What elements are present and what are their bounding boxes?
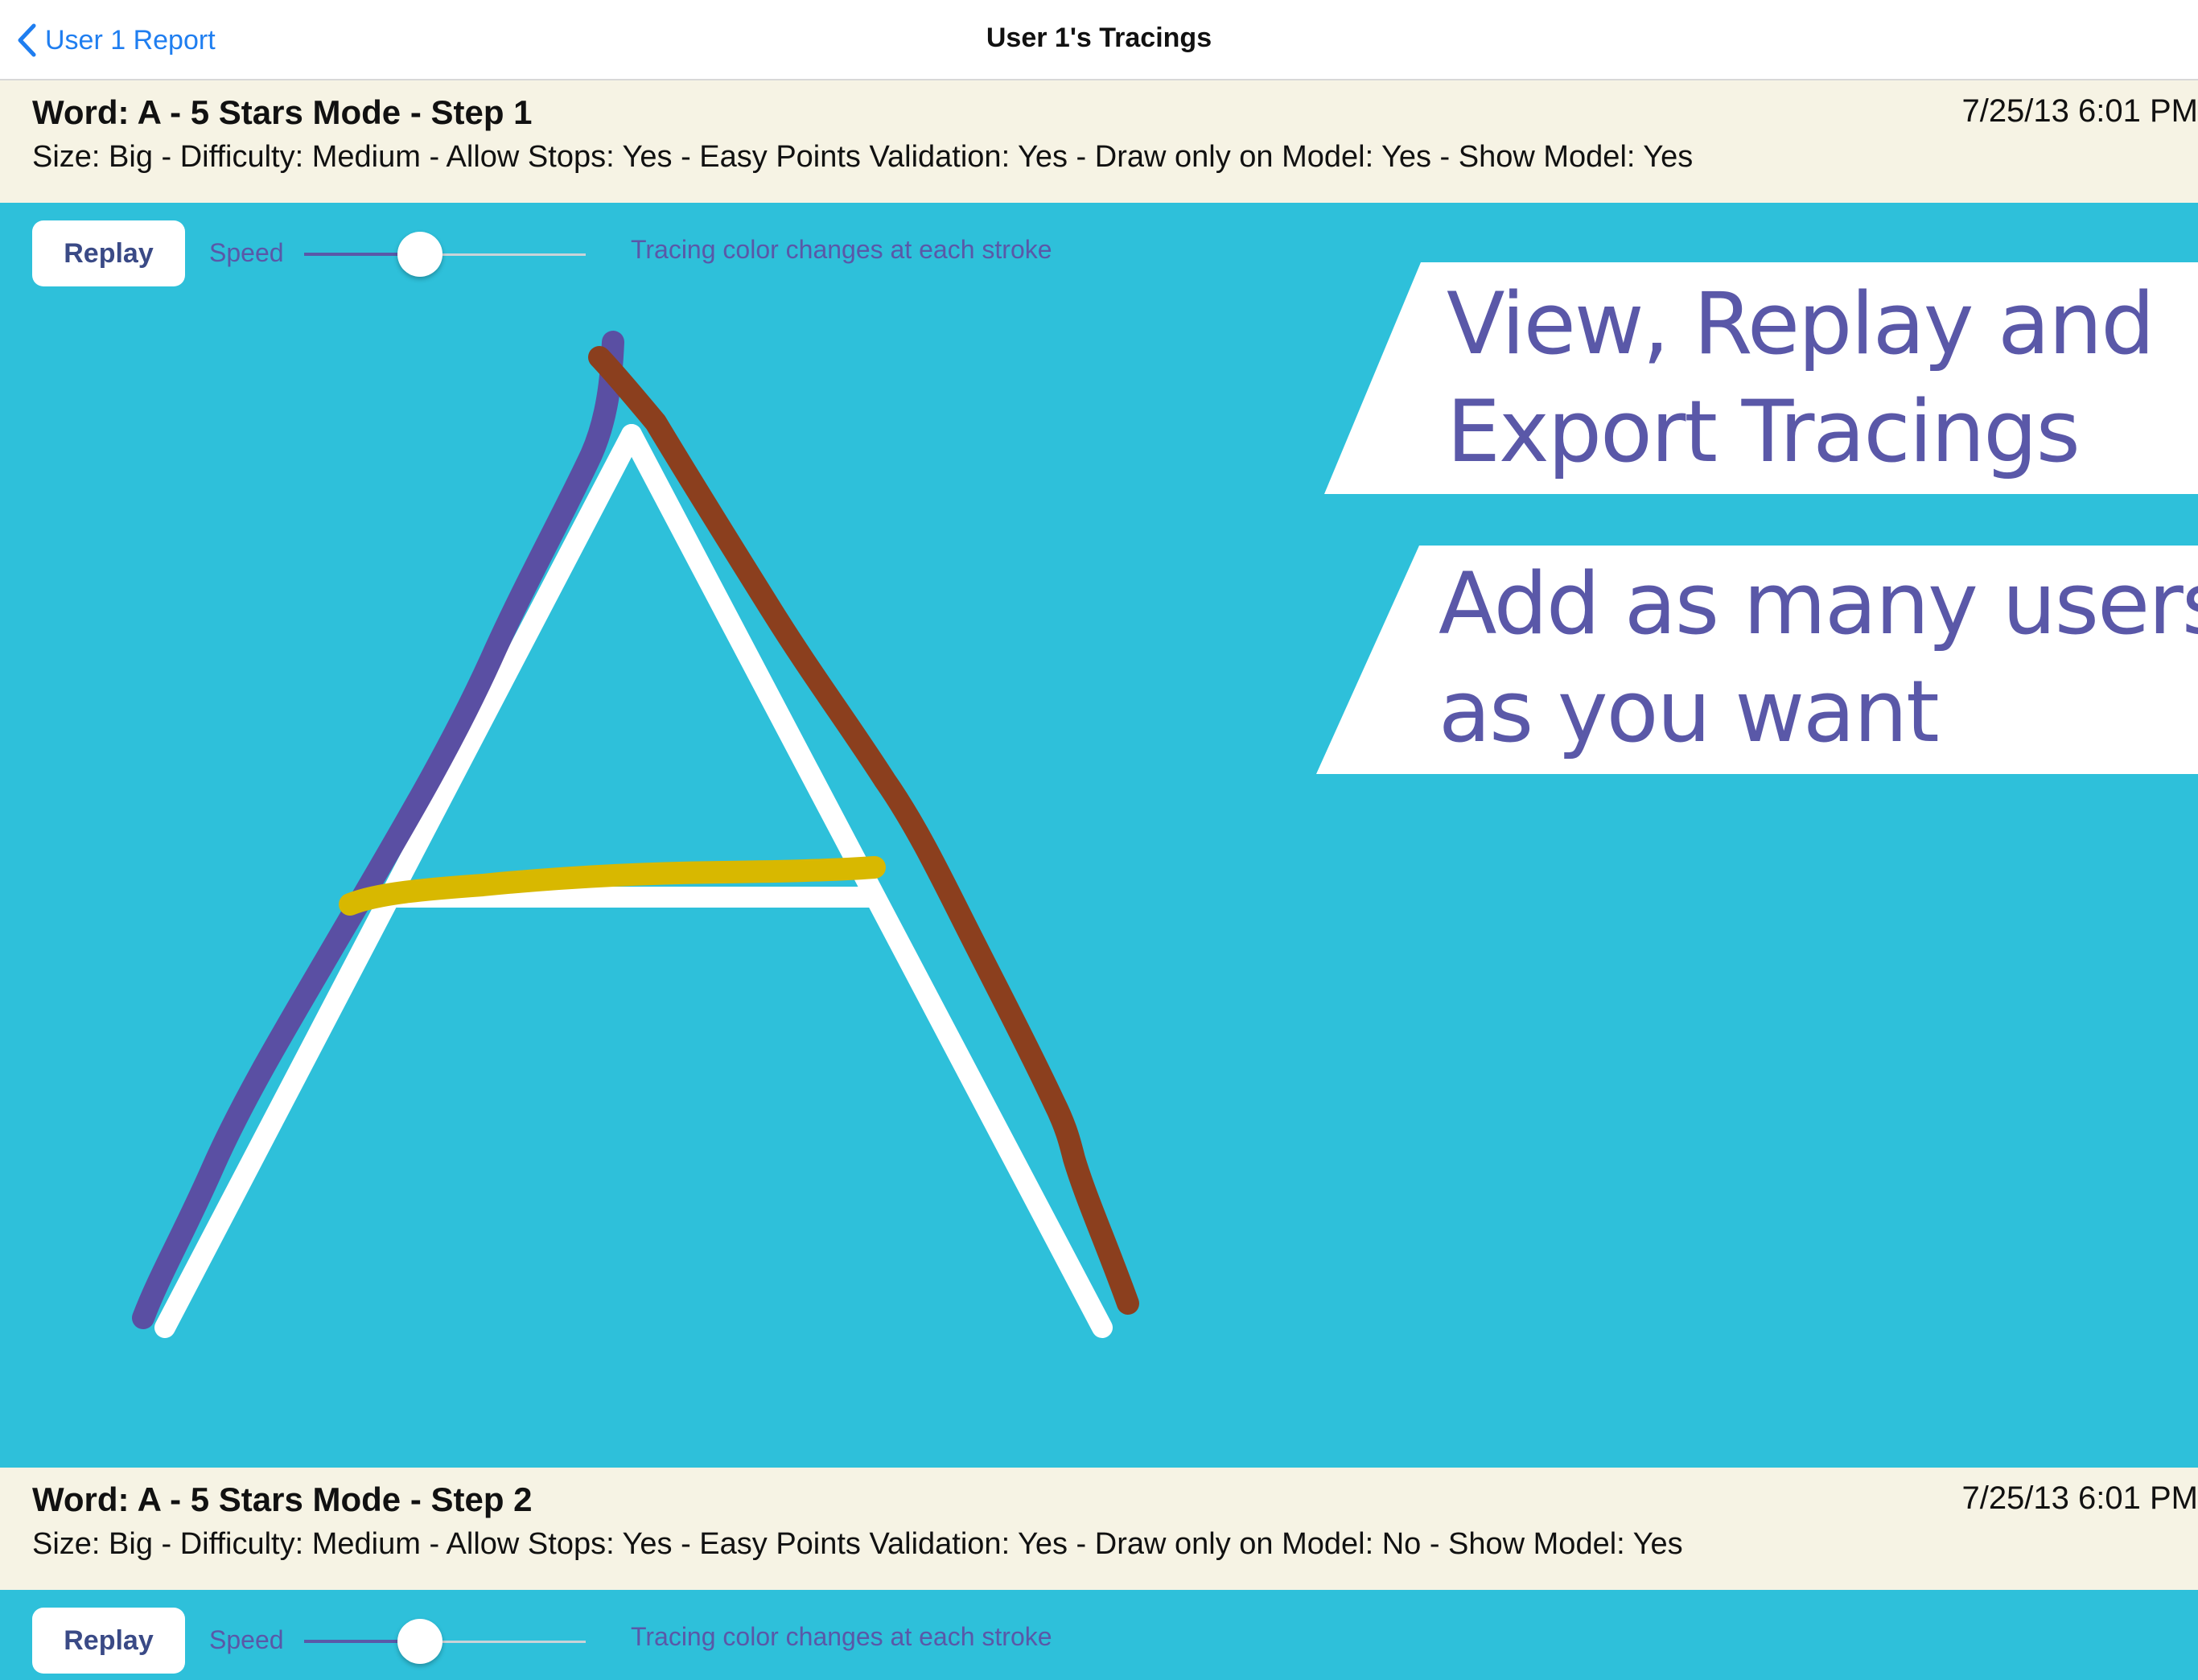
promo-banner-1-line-1: View, Replay and — [1447, 274, 2155, 373]
entry-title: Word: A - 5 Stars Mode - Step 2 — [32, 1480, 533, 1518]
navigation-bar: User 1 Report User 1's Tracings — [0, 0, 2198, 80]
tracing-entry-header: Word: A - 5 Stars Mode - Step 1 7/25/13 … — [0, 80, 2198, 203]
promo-banner-view-replay: View, Replay and Export Tracings — [1324, 262, 2198, 494]
entry-settings: Size: Big - Difficulty: Medium - Allow S… — [32, 1527, 1683, 1561]
entry-date: 7/25/13 6:01 PM — [1961, 93, 2198, 129]
entry-title: Word: A - 5 Stars Mode - Step 1 — [32, 93, 533, 131]
slider-thumb[interactable] — [397, 232, 442, 277]
slider-track-empty — [420, 1641, 586, 1643]
tracing-canvas — [132, 331, 1139, 1338]
speed-slider[interactable] — [304, 1617, 586, 1666]
stroke-color-hint: Tracing color changes at each stroke — [631, 1622, 1052, 1651]
promo-banner-2-line-1: Add as many users — [1439, 554, 2198, 653]
promo-banner-1-line-2: Export Tracings — [1447, 382, 2081, 481]
slider-thumb[interactable] — [397, 1619, 442, 1664]
user-stroke-2 — [588, 346, 1139, 1315]
speed-label: Speed — [209, 238, 284, 267]
slider-track-empty — [420, 253, 586, 256]
replay-button[interactable]: Replay — [32, 1608, 185, 1674]
speed-slider[interactable] — [304, 230, 586, 278]
promo-banner-2-line-2: as you want — [1439, 662, 1940, 761]
entry-settings: Size: Big - Difficulty: Medium - Allow S… — [32, 140, 1694, 174]
stroke-color-hint: Tracing color changes at each stroke — [631, 235, 1052, 264]
promo-banner-add-users: Add as many users as you want — [1316, 546, 2198, 774]
entry-date: 7/25/13 6:01 PM — [1961, 1480, 2198, 1516]
tracing-entry-header: Word: A - 5 Stars Mode - Step 2 7/25/13 … — [0, 1468, 2198, 1590]
replay-controls: Replay Speed Tracing color changes at ea… — [0, 1608, 2198, 1680]
speed-label: Speed — [209, 1625, 284, 1654]
page-title: User 1's Tracings — [986, 23, 1212, 53]
user-stroke-1 — [132, 331, 624, 1329]
